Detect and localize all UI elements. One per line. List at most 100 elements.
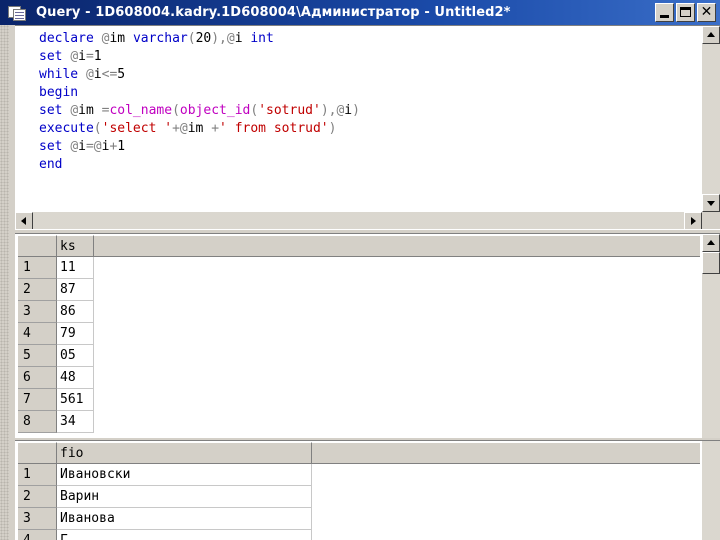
code-token: set (39, 139, 71, 154)
code-token: object_id (179, 103, 251, 118)
code-token: col_name (109, 103, 173, 118)
title-bar[interactable]: Query - 1D608004.kadry.1D608004\Админист… (0, 0, 720, 25)
result-grid-separator (15, 438, 720, 441)
results-vertical-scrollbar[interactable] (702, 234, 720, 540)
table-cell[interactable]: 79 (57, 323, 94, 345)
row-number[interactable]: 4 (18, 530, 57, 540)
code-token: @ (70, 103, 79, 118)
code-line[interactable]: end (39, 156, 360, 174)
table-row[interactable]: 1 Ивановски (18, 464, 700, 486)
code-line[interactable]: begin (39, 84, 360, 102)
scroll-down-button[interactable] (702, 194, 720, 212)
minimize-button[interactable] (655, 3, 674, 22)
code-token: set (39, 103, 71, 118)
code-token: @ (70, 139, 79, 154)
column-header-fio[interactable]: fio (57, 442, 312, 464)
editor-vertical-scrollbar[interactable] (702, 26, 720, 212)
table-cell[interactable]: 11 (57, 257, 94, 279)
code-token: int (250, 31, 274, 46)
code-line[interactable]: while @i<=5 (39, 66, 360, 84)
table-row[interactable]: 4 79 (18, 323, 700, 345)
table-cell[interactable]: 86 (57, 301, 94, 323)
table-cell[interactable]: 87 (57, 279, 94, 301)
pane-splitter[interactable] (15, 229, 720, 234)
code-token: set (39, 49, 71, 64)
code-line[interactable]: set @im =col_name(object_id('sotrud'),@i… (39, 102, 360, 120)
code-token: 'sotrud' (258, 103, 321, 118)
code-token: ) (352, 103, 360, 118)
row-selector-header[interactable] (18, 235, 57, 257)
code-token: i (78, 49, 86, 64)
code-line[interactable]: execute('select '+@im +' from sotrud') (39, 120, 360, 138)
arrow-right-icon (691, 217, 696, 225)
table-cell[interactable]: 561 (57, 389, 94, 411)
code-token: ( (93, 121, 102, 136)
code-token: ( (250, 103, 259, 118)
table-cell[interactable]: Г (57, 530, 312, 540)
code-token: ),@ (211, 31, 235, 46)
table-row[interactable]: 2 87 (18, 279, 700, 301)
editor-horizontal-scrollbar[interactable] (15, 212, 702, 230)
row-number[interactable]: 8 (18, 411, 57, 433)
code-line[interactable]: set @i=@i+1 (39, 138, 360, 156)
row-number[interactable]: 2 (18, 486, 57, 508)
table-row[interactable]: 6 48 (18, 367, 700, 389)
column-header-ks[interactable]: ks (57, 235, 94, 257)
window-left-frame (0, 25, 15, 540)
code-token: varchar (132, 31, 188, 46)
scroll-left-button[interactable] (15, 212, 33, 230)
table-cell[interactable]: Иванова (57, 508, 312, 530)
table-cell[interactable]: 05 (57, 345, 94, 367)
query-editor[interactable]: declare @im varchar(20),@i int set @i=1 wh… (15, 25, 720, 230)
table-row[interactable]: 2 Варин (18, 486, 700, 508)
results-scroll-up-button[interactable] (702, 234, 720, 252)
row-number[interactable]: 6 (18, 367, 57, 389)
results-grid-fio[interactable]: fio 1Ивановски2Варин3Иванова4Г (18, 442, 700, 540)
table-row[interactable]: 4Г (18, 530, 700, 540)
code-token: end (39, 157, 63, 172)
row-selector-header[interactable] (18, 442, 57, 464)
table-row[interactable]: 8 34 (18, 411, 700, 433)
table-row[interactable]: 3 Иванова (18, 508, 700, 530)
code-line[interactable]: declare @im varchar(20),@i int (39, 30, 360, 48)
code-token: ) (328, 121, 337, 136)
table-row[interactable]: 3 86 (18, 301, 700, 323)
code-token: 20 (195, 31, 212, 46)
scroll-right-button[interactable] (684, 212, 702, 230)
code-token: <= (101, 67, 118, 82)
row-number[interactable]: 5 (18, 345, 57, 367)
scroll-up-button[interactable] (702, 26, 720, 44)
row-number[interactable]: 4 (18, 323, 57, 345)
code-token: i (78, 139, 86, 154)
arrow-down-icon (707, 201, 715, 206)
results-scroll-thumb[interactable] (702, 252, 720, 274)
close-button[interactable]: ✕ (697, 3, 716, 22)
code-token: im (187, 121, 212, 136)
code-token: 5 (117, 67, 126, 82)
table-row[interactable]: 7 561 (18, 389, 700, 411)
code-token: @ (85, 67, 94, 82)
row-number[interactable]: 3 (18, 508, 57, 530)
maximize-button[interactable] (676, 3, 695, 22)
results-grid-ks[interactable]: ks 1 11 2 87 3 86 4 79 5 05 6 48 7 561 8 34 (18, 235, 700, 437)
table-row[interactable]: 1 11 (18, 257, 700, 279)
table-cell[interactable]: Ивановски (57, 464, 312, 486)
table-cell[interactable]: Варин (57, 486, 312, 508)
row-number[interactable]: 1 (18, 257, 57, 279)
code-token: im (109, 31, 133, 46)
row-number[interactable]: 2 (18, 279, 57, 301)
row-number[interactable]: 1 (18, 464, 57, 486)
table-cell[interactable]: 48 (57, 367, 94, 389)
table-row[interactable]: 5 05 (18, 345, 700, 367)
table-cell[interactable]: 34 (57, 411, 94, 433)
code-token: declare (39, 31, 102, 46)
row-number[interactable]: 7 (18, 389, 57, 411)
window-title: Query - 1D608004.kadry.1D608004\Админист… (36, 5, 511, 20)
arrow-up-icon (707, 240, 715, 245)
code-token: while (39, 67, 86, 82)
code-line[interactable]: set @i=1 (39, 48, 360, 66)
code-token: 1 (93, 49, 102, 64)
query-text[interactable]: declare @im varchar(20),@i int set @i=1 wh… (39, 30, 360, 174)
row-number[interactable]: 3 (18, 301, 57, 323)
header-filler (312, 442, 700, 464)
